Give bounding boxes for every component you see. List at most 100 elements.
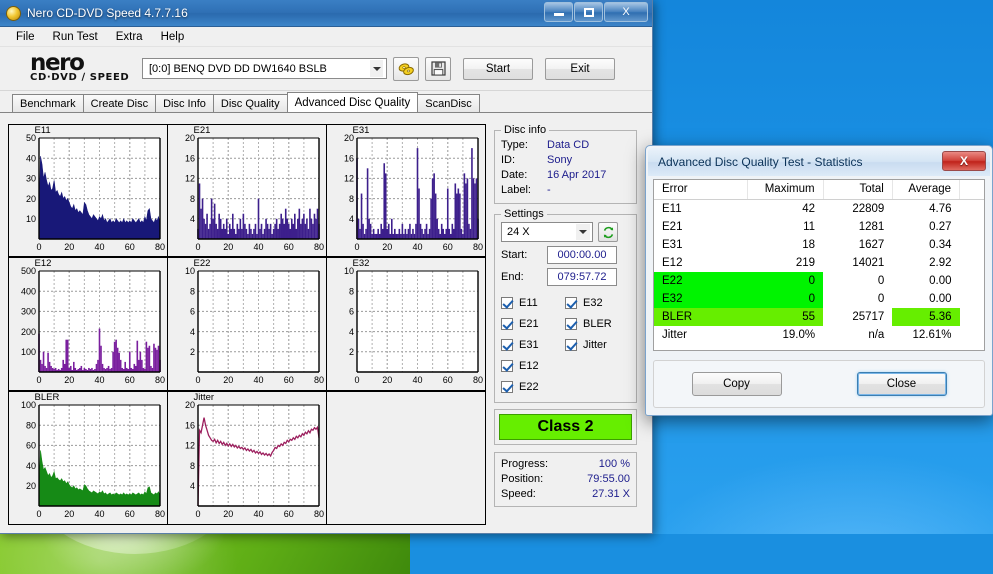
svg-text:40: 40	[25, 153, 35, 163]
table-row[interactable]: E32 0 0 0.00	[654, 289, 984, 308]
checkbox-e22[interactable]: E22	[501, 376, 565, 397]
checkbox-label: E12	[519, 359, 539, 372]
menu-help[interactable]: Help	[153, 29, 193, 45]
menu-extra[interactable]: Extra	[108, 29, 151, 45]
menu-run-test[interactable]: Run Test	[45, 29, 106, 45]
table-row[interactable]: E11 42 22809 4.76	[654, 200, 984, 218]
table-row[interactable]: E22 0 0 0.00	[654, 271, 984, 290]
chart-title: E31	[352, 124, 370, 136]
cell-spacer	[960, 308, 984, 326]
svg-text:60: 60	[283, 375, 293, 385]
checkbox-checked-icon	[565, 296, 577, 309]
chart-title: BLER	[34, 391, 60, 403]
chart-e22[interactable]: E22 2 4 6 8 10 0 20 40 60 80	[166, 257, 327, 391]
drive-selector[interactable]: [0:0] BENQ DVD DD DW1640 BSLB	[142, 58, 387, 79]
disc-info-key: ID:	[501, 154, 516, 166]
tab-bar: Benchmark Create Disc Disc Info Disc Qua…	[0, 92, 652, 113]
checkbox-e21[interactable]: E21	[501, 313, 565, 334]
svg-text:60: 60	[25, 440, 35, 450]
checkbox-jitter[interactable]: Jitter	[565, 334, 629, 355]
status-key: Position:	[501, 473, 544, 485]
class-result-box: Class 2	[494, 409, 637, 445]
menubar: File Run Test Extra Help	[0, 27, 652, 47]
nero-logo: nero CD·DVD ∕ SPEED	[8, 51, 136, 84]
cell-average: 4.76	[929, 202, 952, 215]
cell-spacer	[960, 218, 984, 236]
table-row[interactable]: E31 18 1627 0.34	[654, 236, 984, 254]
cell-total: 22809	[852, 202, 885, 215]
close-button[interactable]: X	[604, 2, 648, 22]
column-header-maximum[interactable]: Maximum	[747, 180, 824, 200]
table-row[interactable]: Jitter 19.0% n/a 12.61%	[654, 326, 984, 344]
cell-total: 0	[877, 292, 885, 305]
cell-spacer	[960, 254, 984, 272]
cell-spacer	[960, 200, 984, 218]
save-button[interactable]	[425, 56, 451, 81]
start-input[interactable]: 000:00.00	[547, 246, 617, 264]
tab-create-disc[interactable]: Create Disc	[82, 94, 157, 112]
svg-text:12: 12	[343, 173, 353, 183]
minimize-button[interactable]	[544, 2, 573, 22]
start-button[interactable]: Start	[463, 57, 533, 80]
column-header-average[interactable]: Average	[892, 180, 961, 200]
tab-disc-info[interactable]: Disc Info	[155, 94, 214, 112]
dialog-body: Error Maximum Total Average E11 42 22809 4.…	[653, 179, 985, 408]
dialog-close-button[interactable]: X	[942, 151, 986, 171]
tab-benchmark[interactable]: Benchmark	[12, 94, 84, 112]
eject-disc-button[interactable]	[393, 56, 419, 81]
maximize-button[interactable]	[574, 2, 603, 22]
disc-info-key: Type:	[501, 139, 528, 151]
chart-e11[interactable]: E11 10 20 30 40 50 0 20 40 60 80	[7, 123, 168, 258]
chart-title: E22	[193, 258, 211, 270]
chart-e32[interactable]: E32 2 4 6 8 10 0 20 40 60 80	[325, 257, 486, 391]
table-row[interactable]: BLER 55 25717 5.36	[654, 307, 984, 326]
cell-spacer	[960, 272, 984, 290]
table-row[interactable]: E21 11 1281 0.27	[654, 218, 984, 236]
checkbox-checked-icon	[501, 317, 513, 330]
chart-jitter[interactable]: Jitter 4 8 12 16 20 0 20 40 60 80	[166, 390, 327, 525]
cell-maximum: 18	[802, 238, 816, 251]
tab-disc-quality[interactable]: Disc Quality	[212, 94, 288, 112]
refresh-button[interactable]	[598, 222, 618, 242]
cell-total: 0	[877, 274, 885, 287]
chart-bler[interactable]: BLER 20 40 60 80 100 0 20 40 60 80	[7, 390, 168, 525]
svg-text:80: 80	[313, 509, 323, 519]
tab-scandisc[interactable]: ScanDisc	[417, 94, 480, 112]
column-header-total[interactable]: Total	[823, 180, 893, 200]
column-header-error[interactable]: Error	[654, 180, 749, 200]
disc-info-legend: Disc info	[504, 124, 547, 136]
svg-text:80: 80	[154, 509, 164, 519]
svg-text:0: 0	[195, 242, 200, 252]
svg-text:0: 0	[195, 375, 200, 385]
checkbox-e32[interactable]: E32	[565, 292, 629, 313]
svg-text:60: 60	[283, 242, 293, 252]
svg-text:4: 4	[348, 214, 353, 224]
checkbox-e31[interactable]: E31	[501, 334, 565, 355]
close-dialog-button[interactable]: Close	[856, 372, 947, 396]
chart-e12[interactable]: E12 100 200 300 400 500 0 20 40 60 80	[7, 257, 168, 391]
cell-maximum: 19.0%	[782, 328, 816, 341]
cell-total: 1281	[858, 220, 885, 233]
chart-e31[interactable]: E31 4 8 12 16 20 0 20 40 60 80	[325, 123, 486, 258]
speed-selector[interactable]: 24 X	[501, 222, 593, 242]
chevron-down-icon	[576, 224, 590, 240]
chart-e21[interactable]: E21 4 8 12 16 20 0 20 40 60 80	[166, 123, 327, 258]
exit-button[interactable]: Exit	[545, 57, 615, 80]
copy-button[interactable]: Copy	[691, 372, 782, 396]
checkbox-e12[interactable]: E12	[501, 355, 565, 376]
checkbox-bler[interactable]: BLER	[565, 313, 629, 334]
chart-plot: 20 40 60 80 100 0 20 40 60 80	[20, 400, 164, 519]
cell-error: E21	[662, 220, 683, 233]
cell-error: E22	[654, 271, 748, 290]
chart-plot: 100 200 300 400 500 0 20 40 60 80	[20, 266, 164, 385]
end-input[interactable]: 079:57.72	[547, 268, 617, 286]
svg-text:80: 80	[154, 375, 164, 385]
menu-file[interactable]: File	[8, 29, 43, 45]
svg-text:8: 8	[189, 287, 194, 297]
table-row[interactable]: E12 219 14021 2.92	[654, 254, 984, 272]
status-box: Progress: 100 % Position: 79:55.00 Speed…	[494, 452, 637, 507]
disc-info-row-label: Label: -	[501, 183, 630, 198]
disc-info-value: Sony	[547, 154, 573, 166]
tab-advanced-disc-quality[interactable]: Advanced Disc Quality	[286, 92, 419, 112]
checkbox-e11[interactable]: E11	[501, 292, 565, 313]
